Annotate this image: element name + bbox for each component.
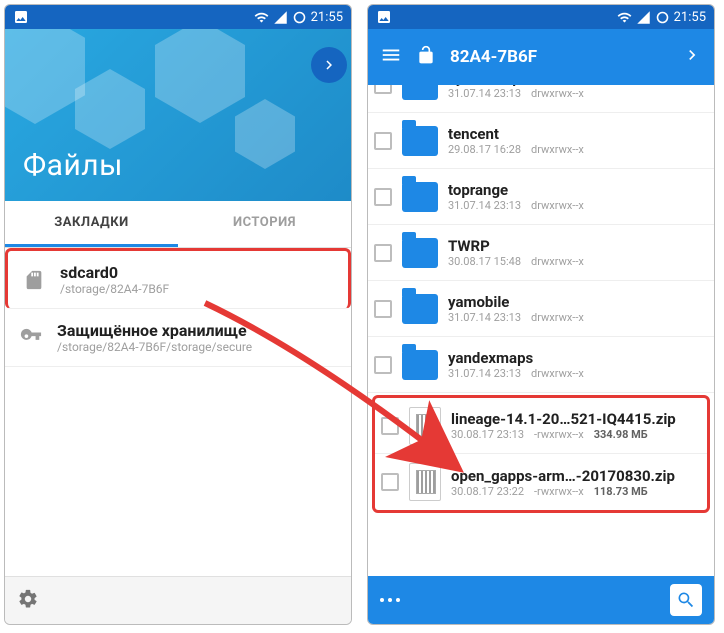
data-icon (292, 10, 307, 25)
data-icon (655, 10, 670, 25)
picture-icon (376, 9, 392, 25)
zip-icon (409, 407, 441, 445)
folder-icon (402, 350, 438, 380)
folder-icon (402, 294, 438, 324)
unlock-icon[interactable] (416, 45, 436, 69)
checkbox[interactable] (381, 417, 399, 435)
folder-name: toprange (448, 181, 584, 199)
folder-icon (402, 238, 438, 268)
sdcard-item[interactable]: sdcard0 /storage/82A4-7B6F (5, 248, 351, 309)
file-row[interactable]: lineage-14.1-20…521-IQ4415.zip 30.08.17 … (375, 398, 707, 454)
file-name: lineage-14.1-20…521-IQ4415.zip (451, 410, 676, 428)
breadcrumb-title[interactable]: 82A4-7B6F (450, 47, 537, 67)
search-button[interactable] (670, 584, 702, 616)
hero-title: Файлы (23, 148, 123, 183)
sdcard-name: sdcard0 (60, 263, 169, 282)
file-list[interactable]: system_update 31.07.14 23:13drwxrwx--x t… (368, 85, 714, 576)
key-icon (19, 327, 43, 349)
folder-row[interactable]: TWRP 30.08.17 15:48drwxrwx--x (368, 225, 714, 281)
signal-icon (273, 10, 288, 25)
folder-icon (402, 85, 438, 100)
folder-icon (402, 182, 438, 212)
sdcard-path: /storage/82A4-7B6F (60, 282, 169, 296)
tab-bookmarks[interactable]: ЗАКЛАДКИ (5, 201, 178, 247)
phone-right: 21:55 82A4-7B6F system_update 31.07.14 2… (367, 4, 715, 625)
checkbox[interactable] (381, 473, 399, 491)
checkbox[interactable] (374, 356, 392, 374)
secure-name: Защищённое хранилище (57, 321, 252, 340)
folder-row[interactable]: toprange 31.07.14 23:13drwxrwx--x (368, 169, 714, 225)
wifi-icon (254, 10, 269, 25)
clock-text: 21:55 (311, 10, 343, 25)
signal-icon (636, 10, 651, 25)
zip-highlight-group: lineage-14.1-20…521-IQ4415.zip 30.08.17 … (372, 395, 710, 513)
checkbox[interactable] (374, 188, 392, 206)
checkbox[interactable] (374, 132, 392, 150)
folder-row[interactable]: yandexmaps 31.07.14 23:13drwxrwx--x (368, 337, 714, 393)
folder-icon (402, 126, 438, 156)
tabs: ЗАКЛАДКИ ИСТОРИЯ (5, 201, 351, 248)
secure-storage-item[interactable]: Защищённое хранилище /storage/82A4-7B6F/… (5, 309, 351, 367)
clock-text: 21:55 (674, 10, 706, 25)
zip-icon (409, 463, 441, 501)
app-bar: 82A4-7B6F (368, 29, 714, 85)
menu-dots-icon[interactable] (380, 598, 400, 602)
checkbox[interactable] (374, 244, 392, 262)
picture-icon (13, 9, 29, 25)
sdcard-icon (22, 269, 46, 291)
phone-left: 21:55 Файлы ЗАКЛАДКИ ИСТОРИЯ sdcard0 /st… (4, 4, 352, 625)
bookmark-list: sdcard0 /storage/82A4-7B6F Защищённое хр… (5, 248, 351, 367)
folder-row[interactable]: tencent 29.08.17 16:28drwxrwx--x (368, 113, 714, 169)
chevron-right-icon[interactable] (682, 45, 702, 69)
file-row[interactable]: open_gapps-arm…-20170830.zip 30.08.17 23… (375, 454, 707, 510)
folder-row[interactable]: yamobile 31.07.14 23:13drwxrwx--x (368, 281, 714, 337)
settings-icon[interactable] (17, 588, 39, 614)
bottom-bar (368, 576, 714, 624)
drawer-chevron[interactable] (311, 47, 347, 83)
status-bar: 21:55 (5, 5, 351, 29)
status-bar: 21:55 (368, 5, 714, 29)
checkbox[interactable] (374, 300, 392, 318)
hamburger-icon[interactable] (380, 44, 402, 70)
checkbox[interactable] (374, 85, 392, 94)
hero-banner: Файлы (5, 29, 351, 201)
folder-name: tencent (448, 125, 584, 143)
bottom-bar (5, 576, 351, 624)
folder-row[interactable]: system_update 31.07.14 23:13drwxrwx--x (368, 85, 714, 113)
folder-name: yandexmaps (448, 349, 584, 367)
file-name: open_gapps-arm…-20170830.zip (451, 467, 675, 485)
folder-name: yamobile (448, 293, 584, 311)
folder-name: TWRP (448, 237, 584, 255)
wifi-icon (617, 10, 632, 25)
secure-path: /storage/82A4-7B6F/storage/secure (57, 340, 252, 354)
tab-history[interactable]: ИСТОРИЯ (178, 201, 351, 247)
